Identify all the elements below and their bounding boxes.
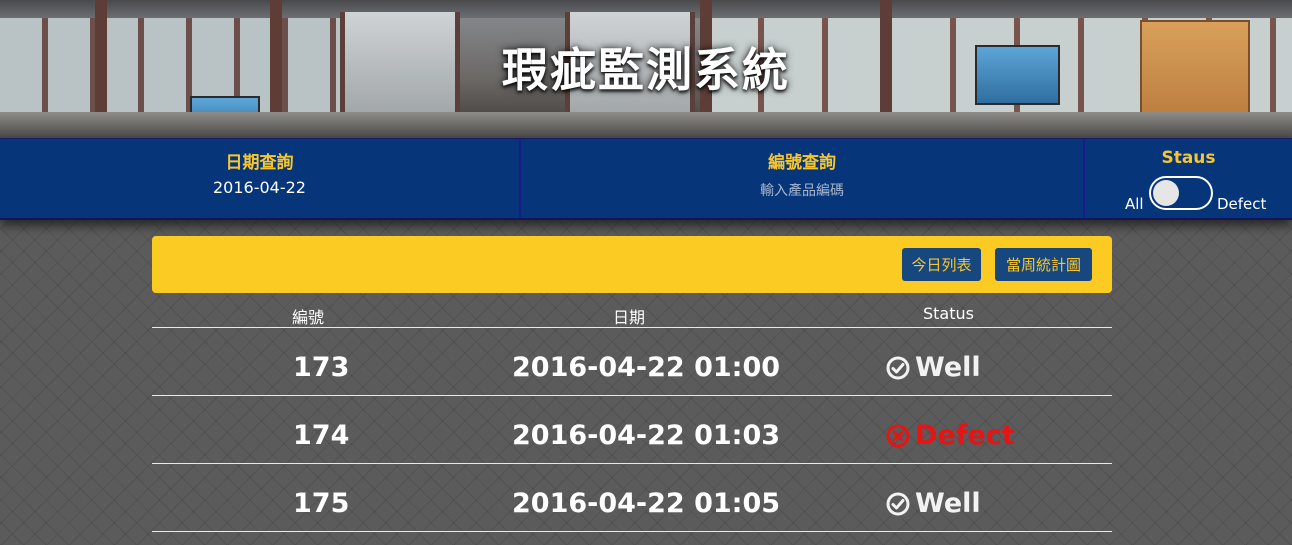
check-circle-icon	[886, 492, 910, 515]
banner-floor	[0, 112, 1292, 138]
column-header-status: Status	[923, 304, 974, 323]
row-status-text: Defect	[915, 420, 1015, 451]
table-row[interactable]: 174 2016-04-22 01:03 Defect	[152, 396, 1112, 464]
date-filter-label: 日期查詢	[225, 153, 294, 173]
check-circle-icon	[886, 356, 910, 379]
weekly-chart-button[interactable]: 當周統計圖	[995, 248, 1092, 281]
status-toggle-row: All Defect	[1085, 175, 1292, 213]
list-toolbar: 今日列表 當周統計圖	[152, 236, 1112, 293]
row-date: 2016-04-22 01:03	[512, 420, 781, 451]
row-id: 174	[293, 420, 350, 451]
toggle-all-label: All	[1125, 195, 1144, 213]
row-status: Defect	[885, 420, 1015, 451]
product-id-input[interactable]	[672, 180, 932, 202]
header-banner: 瑕疵監測系統	[0, 0, 1292, 138]
row-date: 2016-04-22 01:05	[512, 488, 781, 519]
records-table: 編號 日期 Status 173 2016-04-22 01:00 Well 1…	[152, 303, 1112, 532]
status-filter: Staus All Defect	[1085, 139, 1292, 218]
date-filter-value[interactable]: 2016-04-22	[0, 178, 519, 197]
id-filter: 編號查詢	[521, 139, 1085, 218]
today-list-button[interactable]: 今日列表	[902, 248, 981, 281]
table-row[interactable]: 173 2016-04-22 01:00 Well	[152, 328, 1112, 396]
table-row[interactable]: 175 2016-04-22 01:05 Well	[152, 464, 1112, 532]
row-status-text: Well	[915, 488, 981, 519]
row-status-text: Well	[915, 352, 981, 383]
row-status: Well	[885, 352, 981, 383]
date-filter: 日期查詢 2016-04-22	[0, 139, 521, 218]
x-circle-icon	[886, 424, 910, 447]
table-header: 編號 日期 Status	[152, 303, 1112, 328]
row-id: 175	[293, 488, 350, 519]
status-toggle-switch[interactable]	[1149, 176, 1213, 210]
filter-bar: 日期查詢 2016-04-22 編號查詢 Staus All Defect	[0, 138, 1292, 220]
column-header-id: 編號	[292, 308, 325, 327]
row-status: Well	[885, 488, 981, 519]
status-filter-label: Staus	[1161, 148, 1216, 168]
row-date: 2016-04-22 01:00	[512, 352, 781, 383]
toggle-defect-label: Defect	[1217, 195, 1267, 213]
row-id: 173	[293, 352, 350, 383]
id-filter-label: 編號查詢	[768, 153, 836, 173]
toggle-knob	[1153, 180, 1179, 206]
column-header-date: 日期	[613, 308, 646, 327]
page-title: 瑕疵監測系統	[502, 43, 790, 97]
